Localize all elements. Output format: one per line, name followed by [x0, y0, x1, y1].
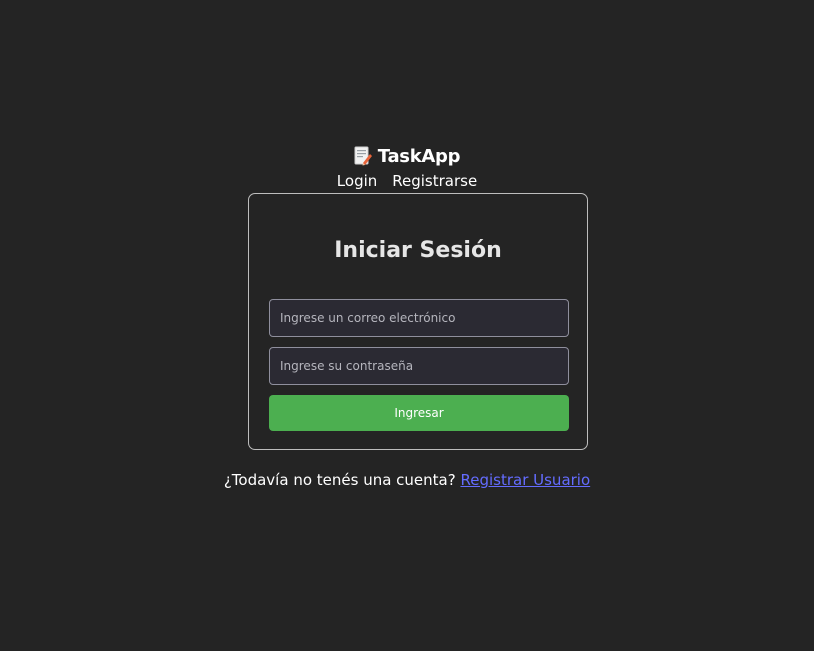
login-card: Iniciar Sesión Ingresar: [248, 193, 588, 450]
register-prompt: ¿Todavía no tenés una cuenta? Registrar …: [0, 471, 814, 489]
top-nav: Login Registrarse: [0, 172, 814, 190]
login-submit-button[interactable]: Ingresar: [269, 395, 569, 431]
register-prompt-text: ¿Todavía no tenés una cuenta?: [223, 471, 456, 489]
email-input[interactable]: [269, 299, 569, 337]
memo-icon: [354, 146, 372, 166]
nav-login-link[interactable]: Login: [337, 172, 377, 190]
nav-register-link[interactable]: Registrarse: [392, 172, 477, 190]
register-user-link[interactable]: Registrar Usuario: [460, 471, 590, 489]
login-title: Iniciar Sesión: [334, 238, 502, 263]
app-header: TaskApp Login Registrarse: [0, 143, 814, 191]
app-title: TaskApp: [377, 145, 461, 167]
password-input[interactable]: [269, 347, 569, 385]
brand: TaskApp: [354, 143, 460, 169]
